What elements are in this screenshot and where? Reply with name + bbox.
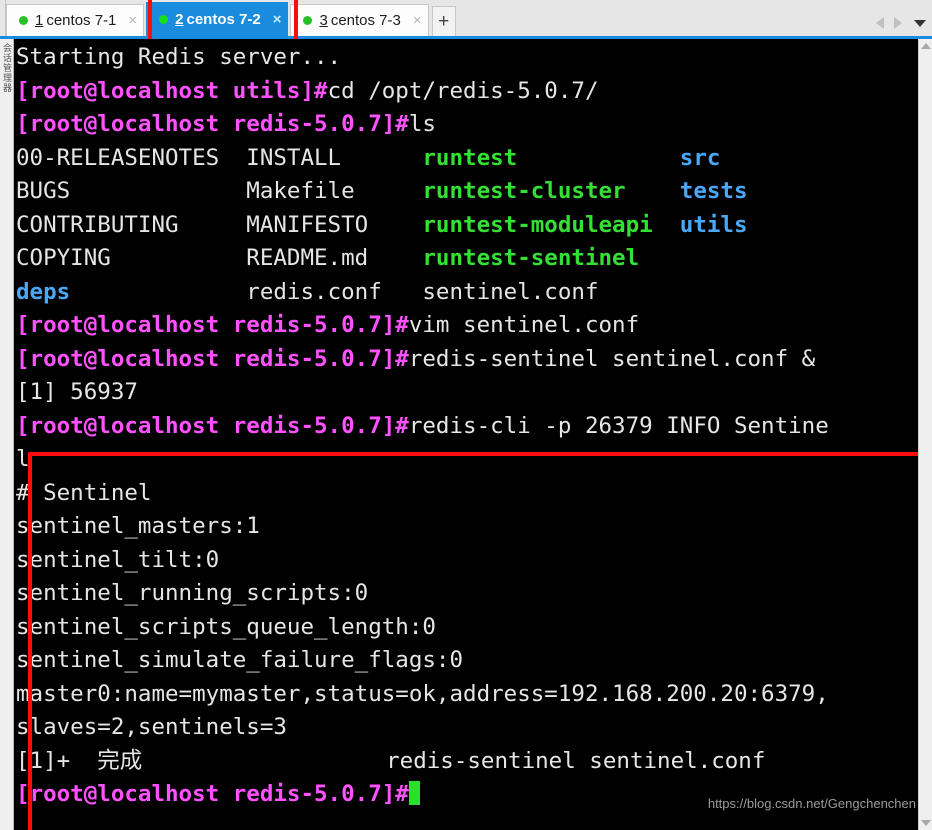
terminal-line: # Sentinel	[16, 477, 932, 511]
terminal-text: Starting Redis server...	[16, 44, 342, 70]
tab-centos-7-2[interactable]: 2 centos 7-2 ×	[146, 2, 289, 36]
terminal-text: [root@localhost redis-5.0.7]#	[16, 345, 409, 372]
terminal-line: [root@localhost redis-5.0.7]#	[16, 778, 932, 812]
terminal-line: deps redis.conf sentinel.conf	[16, 276, 932, 310]
new-tab-button[interactable]: +	[431, 6, 456, 36]
close-icon[interactable]: ×	[128, 13, 137, 28]
scroll-down-arrow-icon[interactable]	[921, 820, 931, 826]
terminal-line: master0:name=mymaster,status=ok,address=…	[16, 678, 932, 712]
session-manager-rail[interactable]: 会话管理器	[0, 39, 14, 830]
green-dot-icon	[159, 15, 169, 24]
tab-label: centos 7-3	[330, 12, 401, 29]
tab-centos-7-1[interactable]: 1 centos 7-1 ×	[6, 4, 145, 36]
terminal-text: [root@localhost utils]#	[16, 77, 328, 104]
tab-index: 1	[35, 12, 44, 29]
terminal-text: sentinel_scripts_queue_length:0	[16, 613, 436, 640]
terminal-line: Starting Redis server...	[16, 41, 932, 75]
terminal-line: sentinel_running_scripts:0	[16, 577, 932, 611]
terminal-line: [root@localhost redis-5.0.7]#vim sentine…	[16, 309, 932, 343]
terminal-text: sentinel_masters:1	[16, 513, 260, 539]
terminal-text: runtest	[422, 144, 680, 171]
tab-bar: 1 centos 7-1 × 2 centos 7-2 × 3 centos 7…	[0, 0, 932, 58]
terminal-text: deps	[16, 278, 71, 305]
terminal-line: 00-RELEASENOTES INSTALL runtest src	[16, 142, 932, 176]
terminal-text: BUGS Makefile	[16, 178, 423, 204]
terminal-text: # Sentinel	[16, 479, 152, 506]
terminal-line: [root@localhost redis-5.0.7]#ls	[16, 108, 932, 142]
terminal-line: slaves=2,sentinels=3	[16, 711, 932, 745]
terminal-text: ls	[408, 111, 436, 137]
terminal-text: CONTRIBUTING MANIFESTO	[16, 211, 423, 238]
terminal-line: BUGS Makefile runtest-cluster tests	[16, 175, 932, 209]
terminal-text: [root@localhost redis-5.0.7]#	[16, 781, 409, 807]
terminal-text: [root@localhost redis-5.0.7]#	[16, 412, 409, 439]
triangle-left-icon[interactable]	[876, 17, 884, 29]
tab-index: 3	[319, 12, 328, 29]
terminal-lines: Starting Redis server... [root@localhost …	[16, 41, 932, 812]
terminal-text: l	[16, 446, 30, 472]
terminal-text: COPYING README.md	[16, 245, 423, 271]
terminal-text: redis-cli -p 26379 INFO Sentine	[408, 412, 829, 439]
terminal-text: [1] 56937	[16, 379, 138, 405]
terminal-text: 00-RELEASENOTES INSTALL	[16, 144, 423, 171]
tab-navigation-controls	[876, 17, 932, 36]
terminal-text: sentinel_simulate_failure_flags:0	[16, 647, 464, 673]
tab-index: 2	[175, 11, 184, 28]
triangle-right-icon[interactable]	[894, 17, 902, 29]
terminal-scrollbar[interactable]	[918, 39, 932, 830]
terminal-line: sentinel_scripts_queue_length:0	[16, 611, 932, 645]
close-icon[interactable]: ×	[273, 12, 282, 27]
terminal-line: [root@localhost redis-5.0.7]#redis-cli -…	[16, 410, 932, 444]
terminal-window: 1 centos 7-1 × 2 centos 7-2 × 3 centos 7…	[0, 0, 932, 830]
terminal-output-area[interactable]: Starting Redis server... [root@localhost …	[14, 39, 932, 830]
terminal-line: CONTRIBUTING MANIFESTO runtest-moduleapi…	[16, 209, 932, 243]
green-dot-icon	[303, 16, 313, 25]
terminal-text: vim sentinel.conf	[408, 312, 640, 338]
scroll-up-arrow-icon[interactable]	[921, 43, 931, 49]
terminal-text: runtest-cluster	[422, 178, 680, 204]
tab-label: centos 7-1	[46, 12, 117, 29]
terminal-text: sentinel_running_scripts:0	[16, 580, 369, 606]
close-icon[interactable]: ×	[413, 13, 422, 28]
window-body: 会话管理器 Starting Redis server... [root@loca…	[0, 39, 932, 830]
tab-label: centos 7-2	[186, 11, 261, 28]
terminal-text: redis-sentinel sentinel.conf &	[408, 345, 816, 372]
terminal-line: COPYING README.md runtest-sentinel	[16, 242, 932, 276]
terminal-line: [1] 56937	[16, 376, 932, 410]
terminal-text: utils	[679, 211, 748, 238]
terminal-text: runtest-moduleapi	[422, 211, 680, 238]
terminal-line: [1]+ 完成 redis-sentinel sentinel.conf	[16, 745, 932, 779]
terminal-line: sentinel_simulate_failure_flags:0	[16, 644, 932, 678]
terminal-line: l	[16, 443, 932, 477]
terminal-text: redis.conf sentinel.conf	[70, 278, 599, 305]
green-dot-icon	[19, 16, 28, 25]
terminal-line: sentinel_tilt:0	[16, 544, 932, 578]
terminal-text: [1]+ 完成 redis-sentinel sentinel.conf	[16, 747, 766, 774]
terminal-text: cd /opt/redis-5.0.7/	[327, 77, 599, 104]
tab-centos-7-3[interactable]: 3 centos 7-3 ×	[290, 4, 429, 36]
terminal-cursor	[408, 781, 420, 805]
terminal-text: tests	[679, 178, 748, 204]
terminal-text: sentinel_tilt:0	[16, 546, 220, 573]
terminal-line: [root@localhost redis-5.0.7]#redis-senti…	[16, 343, 932, 377]
terminal-line: sentinel_masters:1	[16, 510, 932, 544]
terminal-text: runtest-sentinel	[422, 245, 640, 271]
chevron-down-icon[interactable]	[914, 19, 926, 27]
terminal-text: slaves=2,sentinels=3	[16, 714, 287, 740]
terminal-line: [root@localhost utils]#cd /opt/redis-5.0…	[16, 75, 932, 109]
terminal-text: [root@localhost redis-5.0.7]#	[16, 111, 409, 137]
terminal-text: src	[679, 144, 721, 171]
terminal-text: [root@localhost redis-5.0.7]#	[16, 312, 409, 338]
terminal-text: master0:name=mymaster,status=ok,address=…	[16, 680, 829, 707]
session-manager-label: 会话管理器	[2, 43, 12, 93]
